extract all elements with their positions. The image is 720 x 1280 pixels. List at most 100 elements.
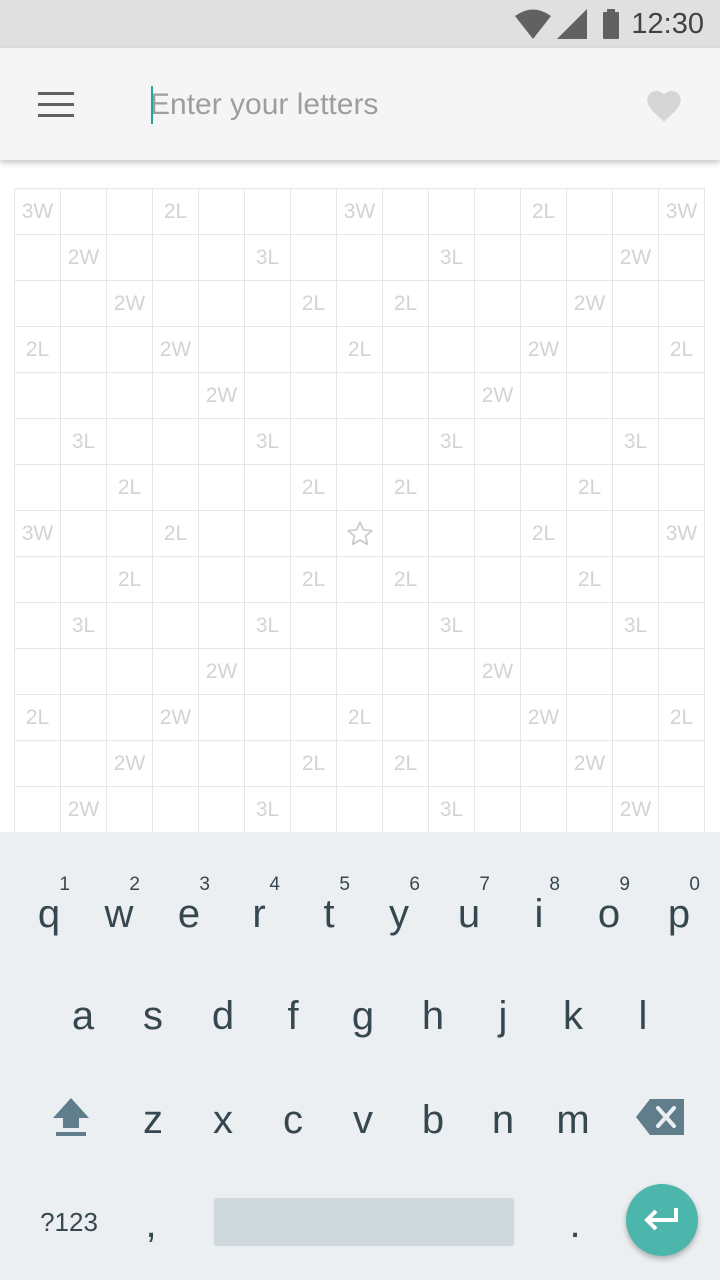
board-cell <box>245 373 291 419</box>
key-label: g <box>351 993 375 1038</box>
key-t[interactable]: 5t <box>294 866 364 956</box>
board-cell <box>245 281 291 327</box>
key-label: z <box>143 1097 163 1142</box>
board-cell <box>291 327 337 373</box>
board-cell <box>61 557 107 603</box>
board-cell <box>291 695 337 741</box>
board-cell <box>107 189 153 235</box>
enter-key[interactable] <box>626 1184 698 1256</box>
key-d[interactable]: d <box>188 968 258 1058</box>
board-cell: 2L <box>521 189 567 235</box>
board-cell <box>153 787 199 832</box>
board-cell: 2L <box>107 465 153 511</box>
key-p[interactable]: 0p <box>644 866 714 956</box>
board-cell <box>567 603 613 649</box>
board-cell: 2L <box>383 465 429 511</box>
board-cell: 3W <box>659 189 705 235</box>
hamburger-menu-icon[interactable] <box>38 90 74 120</box>
key-b[interactable]: b <box>398 1072 468 1162</box>
backspace-icon[interactable] <box>626 1072 696 1162</box>
shift-icon[interactable] <box>36 1072 106 1162</box>
key-label: v <box>353 1097 373 1142</box>
board-cell: 2L <box>291 281 337 327</box>
board-cell <box>107 603 153 649</box>
board-cell: 2W <box>61 787 107 832</box>
key-s[interactable]: s <box>118 968 188 1058</box>
key-g[interactable]: g <box>328 968 398 1058</box>
key-label: a <box>71 993 95 1038</box>
key-w[interactable]: 2w <box>84 866 154 956</box>
board-cell <box>107 373 153 419</box>
key-a[interactable]: a <box>48 968 118 1058</box>
board-cell <box>613 465 659 511</box>
clock: 12:30 <box>631 7 704 40</box>
key-number-hint: 7 <box>479 874 490 895</box>
board-cell: 2W <box>107 281 153 327</box>
board-cell <box>291 603 337 649</box>
soft-keyboard: ?123 , . 1q2w3e4r5t6y7u8i9o0p a sdfghjkl z x… <box>0 832 720 1280</box>
board-cell <box>291 787 337 832</box>
key-label: q <box>37 891 61 936</box>
board-cell <box>475 419 521 465</box>
board-cell <box>199 419 245 465</box>
board-cell: 2W <box>107 741 153 787</box>
period-key[interactable]: . <box>540 1176 610 1266</box>
board-cell: 2W <box>475 649 521 695</box>
board-cell: 2W <box>475 373 521 419</box>
key-e[interactable]: 3e <box>154 866 224 956</box>
key-label: w <box>104 891 134 936</box>
board-cell: 2L <box>521 511 567 557</box>
key-r[interactable]: 4r <box>224 866 294 956</box>
key-n[interactable]: n <box>468 1072 538 1162</box>
key-u[interactable]: 7u <box>434 866 504 956</box>
board-cell <box>15 281 61 327</box>
key-label: x <box>213 1097 233 1142</box>
board-cell <box>659 787 705 832</box>
board-cell <box>245 649 291 695</box>
symbols-mode-key[interactable]: ?123 <box>24 1196 114 1248</box>
board-cell <box>199 189 245 235</box>
key-label: s <box>143 993 163 1038</box>
key-o[interactable]: 9o <box>574 866 644 956</box>
board-cell <box>613 281 659 327</box>
board-cell <box>61 327 107 373</box>
key-q[interactable]: 1q <box>14 866 84 956</box>
game-board-area: 3W 2L 3W 2L 3W 2W 3L 3L 2W 2W 2L 2L 2W 2L 2W 2L 2W 2L 2W 2W… <box>0 160 720 832</box>
board-cell <box>475 511 521 557</box>
board-cell <box>659 419 705 465</box>
board-cell <box>567 373 613 419</box>
key-c[interactable]: c <box>258 1072 328 1162</box>
letters-input[interactable] <box>150 78 610 132</box>
space-bar[interactable] <box>214 1198 514 1246</box>
board-cell: 2L <box>383 741 429 787</box>
key-x[interactable]: x <box>188 1072 258 1162</box>
key-v[interactable]: v <box>328 1072 398 1162</box>
key-label: n <box>491 1097 515 1142</box>
key-i[interactable]: 8i <box>504 866 574 956</box>
board-cell <box>107 695 153 741</box>
board-cell <box>429 741 475 787</box>
board-cell <box>429 465 475 511</box>
board-cell <box>521 281 567 327</box>
board-cell <box>521 373 567 419</box>
key-z[interactable]: z <box>118 1072 188 1162</box>
heart-icon[interactable] <box>644 86 684 126</box>
board-cell <box>107 235 153 281</box>
key-m[interactable]: m <box>538 1072 608 1162</box>
enter-icon <box>644 1208 678 1231</box>
key-l[interactable]: l <box>608 968 678 1058</box>
key-label: k <box>563 993 583 1038</box>
key-number-hint: 9 <box>619 874 630 895</box>
key-j[interactable]: j <box>468 968 538 1058</box>
key-f[interactable]: f <box>258 968 328 1058</box>
board-cell: 2W <box>199 649 245 695</box>
key-h[interactable]: h <box>398 968 468 1058</box>
key-y[interactable]: 6y <box>364 866 434 956</box>
comma-key[interactable]: , <box>116 1176 186 1266</box>
board-cell <box>383 327 429 373</box>
board-cell <box>567 695 613 741</box>
key-label: y <box>389 891 409 936</box>
board-cell <box>61 189 107 235</box>
board-cell <box>475 603 521 649</box>
key-k[interactable]: k <box>538 968 608 1058</box>
